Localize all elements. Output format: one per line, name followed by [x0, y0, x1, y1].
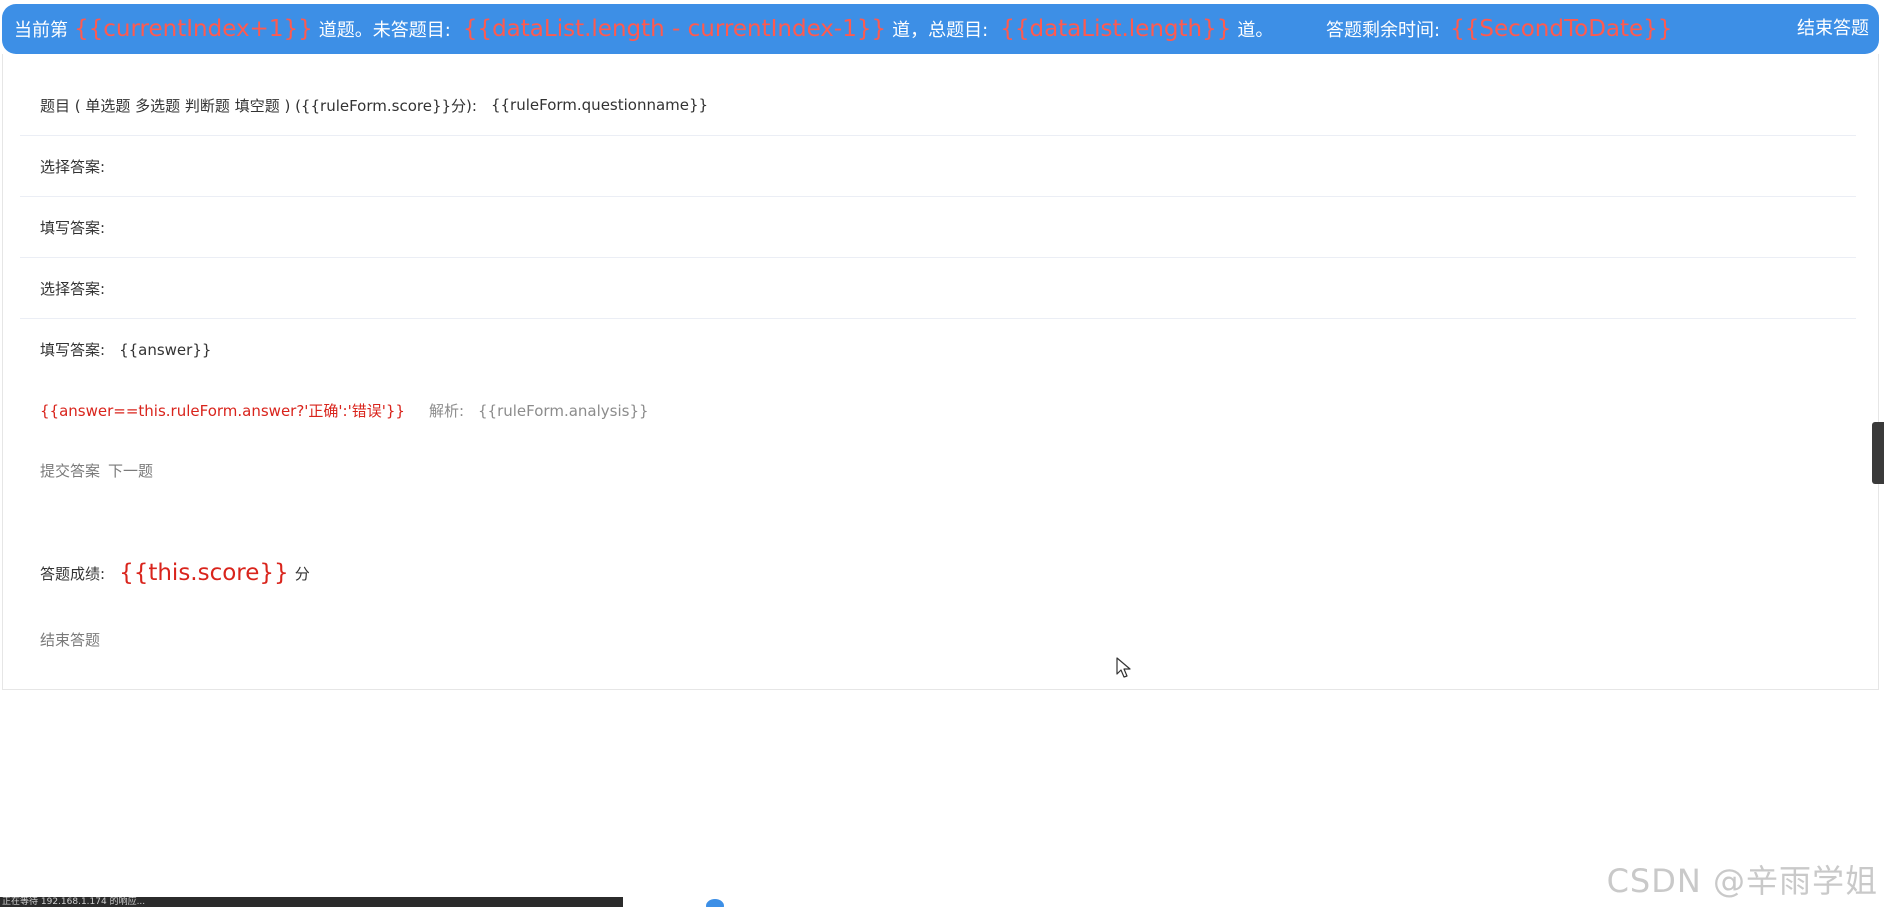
fill-answer-label: 填写答案:: [40, 341, 106, 359]
end-exam-button[interactable]: 结束答题: [40, 629, 100, 650]
mouse-cursor-icon: [1116, 657, 1131, 678]
verdict-text: {{answer==this.ruleForm.answer?'正确':'错误'…: [40, 402, 405, 420]
indicator-dot-icon: [706, 899, 724, 907]
time-remaining-value: {{SecondToDate}}: [1450, 16, 1673, 42]
end-exam-button-header[interactable]: 结束答题: [1797, 14, 1869, 40]
current-index-value: {{currentIndex+1}}: [74, 16, 313, 42]
progress-unanswered-label: 道题。未答题目:: [318, 20, 451, 41]
next-question-button[interactable]: 下一题: [108, 460, 153, 481]
fill-answer-row-2[interactable]: 填写答案: {{answer}}: [20, 319, 1856, 380]
total-count-value: {{dataList.length}}: [1000, 16, 1232, 42]
watermark: CSDN @辛雨学姐: [1606, 862, 1878, 900]
remaining-count-value: {{dataList.length - currentIndex-1}}: [462, 16, 887, 42]
submit-answer-button[interactable]: 提交答案: [40, 460, 100, 481]
score-unit: 分: [294, 564, 310, 583]
progress-prefix: 当前第: [14, 20, 68, 41]
score-label: 答题成绩:: [40, 564, 106, 583]
choose-answer-label: 选择答案:: [40, 279, 106, 298]
analysis-value: {{ruleForm.analysis}}: [478, 401, 649, 420]
score-line: 答题成绩: {{this.score}} 分: [40, 560, 310, 586]
choose-answer-row-1[interactable]: 选择答案:: [20, 136, 1856, 197]
answer-value: {{answer}}: [119, 340, 212, 359]
question-row: 题目 ( 单选题 多选题 判断题 填空题 ) ({{ruleForm.score…: [20, 75, 1856, 136]
action-links: 提交答案 下一题: [40, 460, 161, 481]
result-line: {{answer==this.ruleForm.answer?'正确':'错误'…: [40, 400, 649, 421]
time-remaining-label: 答题剩余时间:: [1326, 20, 1441, 41]
choose-answer-label: 选择答案:: [40, 157, 106, 176]
footer-actions: 结束答题: [40, 629, 108, 650]
fill-answer-row-1[interactable]: 填写答案:: [20, 197, 1856, 258]
score-value: {{this.score}}: [119, 560, 289, 586]
progress-suffix: 道。: [1237, 20, 1274, 41]
analysis-label: 解析:: [428, 402, 464, 420]
exam-status-bar: 当前第 {{currentIndex+1}} 道题。未答题目: {{dataLi…: [2, 4, 1879, 54]
question-name-value: {{ruleForm.questionname}}: [490, 96, 709, 114]
time-remaining: 答题剩余时间: {{SecondToDate}}: [1326, 4, 1678, 54]
browser-status-bar: 正在等待 192.168.1.174 的响应...: [0, 897, 623, 907]
fill-answer-label: 填写答案:: [40, 218, 106, 237]
choose-answer-row-2[interactable]: 选择答案:: [20, 258, 1856, 319]
question-label: 题目 ( 单选题 多选题 判断题 填空题 ) ({{ruleForm.score…: [40, 96, 477, 115]
scrollbar-handle[interactable]: [1872, 422, 1884, 484]
progress-total-label: 道，总题目:: [892, 20, 989, 41]
progress-info: 当前第 {{currentIndex+1}} 道题。未答题目: {{dataLi…: [14, 4, 1273, 54]
